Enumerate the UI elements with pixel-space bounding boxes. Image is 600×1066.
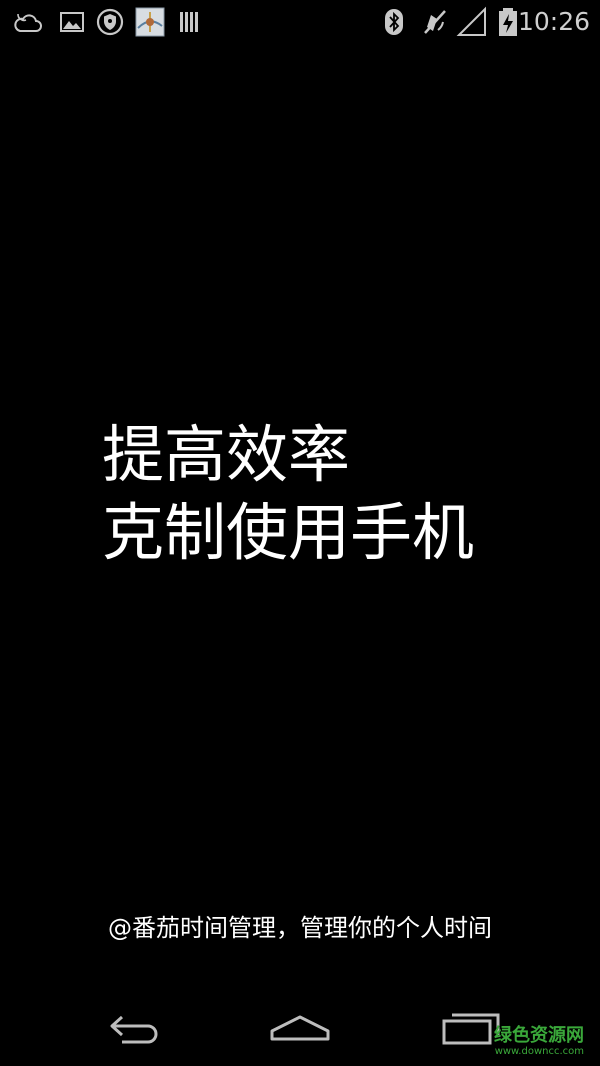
splash-line-1: 提高效率 [102, 418, 351, 491]
watermark-title: 绿色资源网 [494, 1025, 584, 1046]
back-arrow-icon [110, 1015, 158, 1044]
image-icon [60, 12, 84, 32]
barcode-icon [180, 12, 198, 32]
vpn-shield-icon [96, 8, 124, 36]
bluetooth-icon [385, 9, 403, 35]
watermark-url: www.downcc.com [494, 1046, 584, 1057]
back-button[interactable] [94, 1004, 174, 1054]
navigation-bar: 绿色资源网 www.downcc.com [0, 992, 600, 1066]
splash-text: 提高效率 克制使用手机 [102, 422, 572, 578]
home-button[interactable] [260, 1004, 340, 1054]
watermark: 绿色资源网 www.downcc.com [494, 1026, 584, 1058]
tagline: @番茄时间管理，管理你的个人时间 [108, 914, 492, 942]
home-icon [270, 1015, 330, 1041]
splash-line-2: 克制使用手机 [102, 496, 475, 569]
muted-vibrate-icon [424, 10, 446, 34]
status-bar: 10:26 [0, 0, 600, 44]
app-thumbnail-icon [135, 7, 165, 37]
signal-icon [456, 6, 486, 36]
status-time: 10:26 [517, 7, 590, 36]
weather-cloud-icon [14, 13, 42, 32]
